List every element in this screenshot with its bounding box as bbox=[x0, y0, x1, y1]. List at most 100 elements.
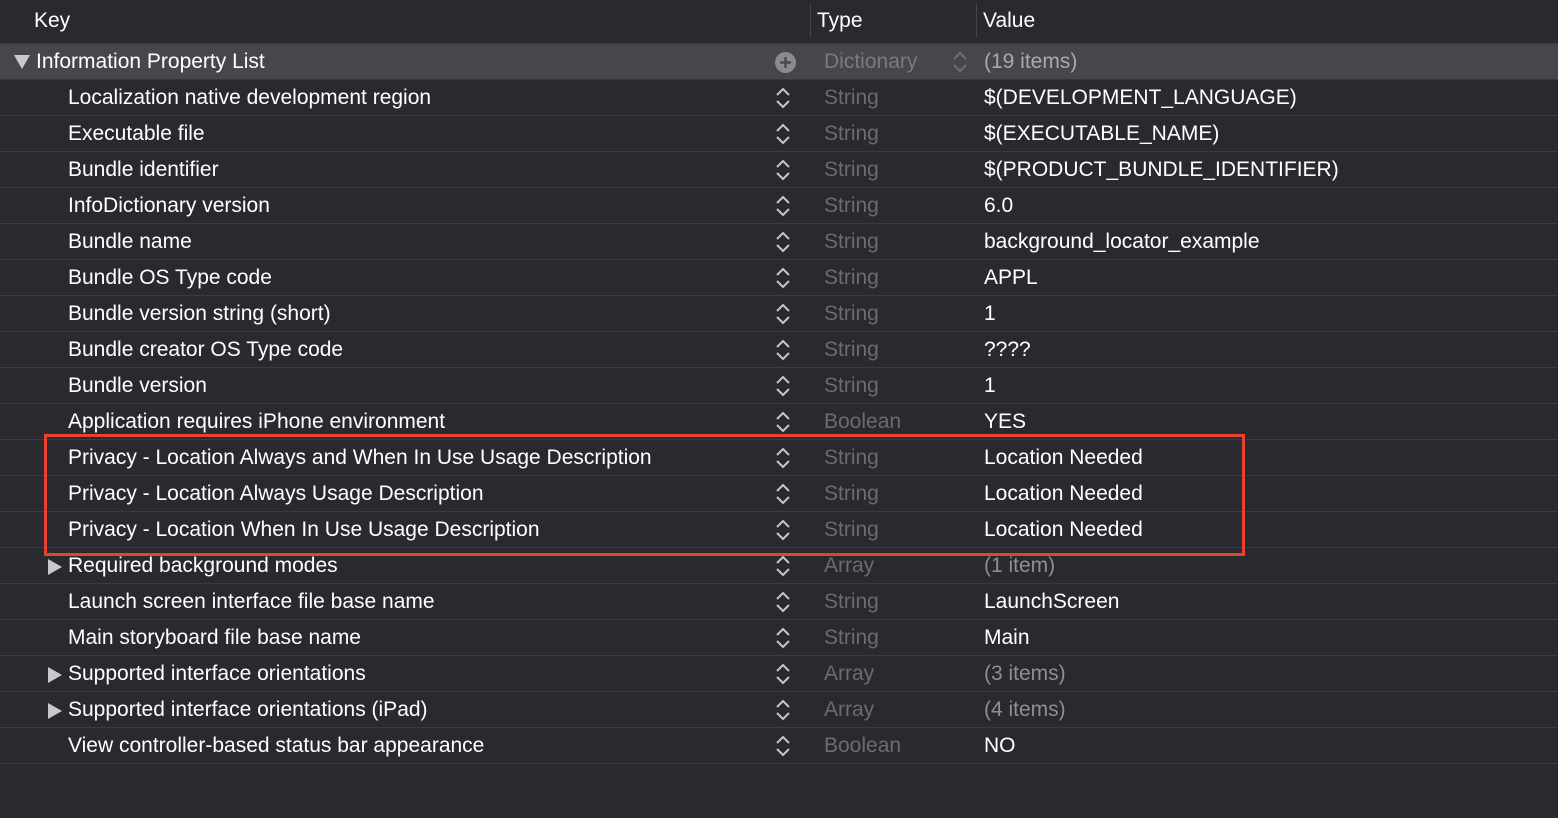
property-row[interactable]: Application requires iPhone environment B… bbox=[0, 404, 1558, 440]
property-key[interactable]: Required background modes bbox=[68, 548, 338, 584]
property-value[interactable]: Main bbox=[984, 620, 1030, 656]
column-divider[interactable] bbox=[810, 4, 811, 38]
property-value[interactable]: YES bbox=[984, 404, 1026, 440]
property-row[interactable]: Bundle name String background_locator_exam… bbox=[0, 224, 1558, 260]
property-value[interactable]: (1 item) bbox=[984, 548, 1055, 584]
property-key[interactable]: Bundle creator OS Type code bbox=[68, 332, 343, 368]
property-key[interactable]: Bundle version string (short) bbox=[68, 296, 331, 332]
property-type[interactable]: String bbox=[824, 512, 879, 548]
property-value[interactable]: 1 bbox=[984, 368, 996, 404]
property-row[interactable]: Executable file String $(EXECUTABLE_NAME) bbox=[0, 116, 1558, 152]
property-row[interactable]: Bundle OS Type code String APPL bbox=[0, 260, 1558, 296]
property-value[interactable]: Location Needed bbox=[984, 440, 1143, 476]
column-header-type[interactable]: Type bbox=[817, 0, 863, 44]
property-value[interactable]: (3 items) bbox=[984, 656, 1066, 692]
property-value[interactable]: $(DEVELOPMENT_LANGUAGE) bbox=[984, 80, 1297, 116]
property-type[interactable]: Array bbox=[824, 656, 874, 692]
root-value[interactable]: (19 items) bbox=[984, 44, 1077, 80]
up-down-chevron-icon[interactable] bbox=[775, 518, 791, 542]
property-key[interactable]: Privacy - Location Always Usage Descript… bbox=[68, 476, 484, 512]
property-type[interactable]: String bbox=[824, 188, 879, 224]
up-down-chevron-icon[interactable] bbox=[952, 50, 968, 74]
property-row[interactable]: Privacy - Location Always and When In Us… bbox=[0, 440, 1558, 476]
property-type[interactable]: String bbox=[824, 620, 879, 656]
property-type[interactable]: String bbox=[824, 440, 879, 476]
root-row[interactable]: Information Property List Dictionary (19… bbox=[0, 44, 1558, 80]
property-key[interactable]: Main storyboard file base name bbox=[68, 620, 361, 656]
property-key[interactable]: Localization native development region bbox=[68, 80, 431, 116]
column-divider[interactable] bbox=[976, 4, 977, 38]
up-down-chevron-icon[interactable] bbox=[775, 410, 791, 434]
root-key[interactable]: Information Property List bbox=[36, 44, 265, 80]
property-type[interactable]: String bbox=[824, 296, 879, 332]
property-row[interactable]: Localization native development region St… bbox=[0, 80, 1558, 116]
property-type[interactable]: Array bbox=[824, 692, 874, 728]
property-row[interactable]: Bundle creator OS Type code String???? bbox=[0, 332, 1558, 368]
triangle-right-icon[interactable] bbox=[48, 656, 64, 692]
up-down-chevron-icon[interactable] bbox=[775, 698, 791, 722]
property-value[interactable]: Location Needed bbox=[984, 512, 1143, 548]
property-key[interactable]: Privacy - Location When In Use Usage Des… bbox=[68, 512, 540, 548]
property-key[interactable]: View controller-based status bar appeara… bbox=[68, 728, 484, 764]
up-down-chevron-icon[interactable] bbox=[775, 302, 791, 326]
property-value[interactable]: $(PRODUCT_BUNDLE_IDENTIFIER) bbox=[984, 152, 1339, 188]
up-down-chevron-icon[interactable] bbox=[775, 590, 791, 614]
property-type[interactable]: String bbox=[824, 224, 879, 260]
property-value[interactable]: ???? bbox=[984, 332, 1031, 368]
property-key[interactable]: Supported interface orientations bbox=[68, 656, 366, 692]
property-row[interactable]: Bundle identifier String $(PRODUCT_BUNDLE_… bbox=[0, 152, 1558, 188]
up-down-chevron-icon[interactable] bbox=[775, 194, 791, 218]
property-value[interactable]: 1 bbox=[984, 296, 996, 332]
property-value[interactable]: APPL bbox=[984, 260, 1038, 296]
property-type[interactable]: Array bbox=[824, 548, 874, 584]
triangle-down-icon[interactable] bbox=[14, 44, 30, 80]
property-row[interactable]: Bundle version String 1 bbox=[0, 368, 1558, 404]
up-down-chevron-icon[interactable] bbox=[775, 230, 791, 254]
triangle-right-icon[interactable] bbox=[48, 692, 64, 728]
property-key[interactable]: Executable file bbox=[68, 116, 205, 152]
property-type[interactable]: String bbox=[824, 260, 879, 296]
property-row[interactable]: Launch screen interface file base name St… bbox=[0, 584, 1558, 620]
property-type[interactable]: String bbox=[824, 116, 879, 152]
property-value[interactable]: background_locator_example bbox=[984, 224, 1260, 260]
property-row[interactable]: Privacy - Location Always Usage Descript… bbox=[0, 476, 1558, 512]
property-type[interactable]: String bbox=[824, 152, 879, 188]
property-key[interactable]: Bundle OS Type code bbox=[68, 260, 272, 296]
property-value[interactable]: (4 items) bbox=[984, 692, 1066, 728]
property-row[interactable]: Supported interface orientations Array (3 … bbox=[0, 656, 1558, 692]
property-type[interactable]: Boolean bbox=[824, 728, 901, 764]
triangle-right-icon[interactable] bbox=[48, 548, 64, 584]
property-key[interactable]: Bundle version bbox=[68, 368, 207, 404]
property-type[interactable]: String bbox=[824, 584, 879, 620]
property-type[interactable]: String bbox=[824, 476, 879, 512]
property-type[interactable]: String bbox=[824, 332, 879, 368]
column-header-value[interactable]: Value bbox=[983, 0, 1035, 44]
property-row[interactable]: Required background modes Array (1 item) bbox=[0, 548, 1558, 584]
property-type[interactable]: Boolean bbox=[824, 404, 901, 440]
up-down-chevron-icon[interactable] bbox=[775, 158, 791, 182]
up-down-chevron-icon[interactable] bbox=[775, 374, 791, 398]
property-value[interactable]: Location Needed bbox=[984, 476, 1143, 512]
up-down-chevron-icon[interactable] bbox=[775, 86, 791, 110]
up-down-chevron-icon[interactable] bbox=[775, 446, 791, 470]
property-value[interactable]: 6.0 bbox=[984, 188, 1013, 224]
root-type[interactable]: Dictionary bbox=[824, 44, 917, 80]
property-key[interactable]: Application requires iPhone environment bbox=[68, 404, 445, 440]
property-row[interactable]: Bundle version string (short) String 1 bbox=[0, 296, 1558, 332]
up-down-chevron-icon[interactable] bbox=[775, 554, 791, 578]
property-type[interactable]: String bbox=[824, 80, 879, 116]
up-down-chevron-icon[interactable] bbox=[775, 338, 791, 362]
property-row[interactable]: Privacy - Location When In Use Usage Des… bbox=[0, 512, 1558, 548]
property-value[interactable]: LaunchScreen bbox=[984, 584, 1119, 620]
up-down-chevron-icon[interactable] bbox=[775, 482, 791, 506]
plus-circle-icon[interactable] bbox=[775, 52, 796, 73]
property-row[interactable]: InfoDictionary version String 6.0 bbox=[0, 188, 1558, 224]
up-down-chevron-icon[interactable] bbox=[775, 266, 791, 290]
up-down-chevron-icon[interactable] bbox=[775, 626, 791, 650]
up-down-chevron-icon[interactable] bbox=[775, 122, 791, 146]
property-key[interactable]: Supported interface orientations (iPad) bbox=[68, 692, 428, 728]
property-value[interactable]: $(EXECUTABLE_NAME) bbox=[984, 116, 1219, 152]
property-key[interactable]: Privacy - Location Always and When In Us… bbox=[68, 440, 652, 476]
up-down-chevron-icon[interactable] bbox=[775, 734, 791, 758]
property-key[interactable]: InfoDictionary version bbox=[68, 188, 270, 224]
